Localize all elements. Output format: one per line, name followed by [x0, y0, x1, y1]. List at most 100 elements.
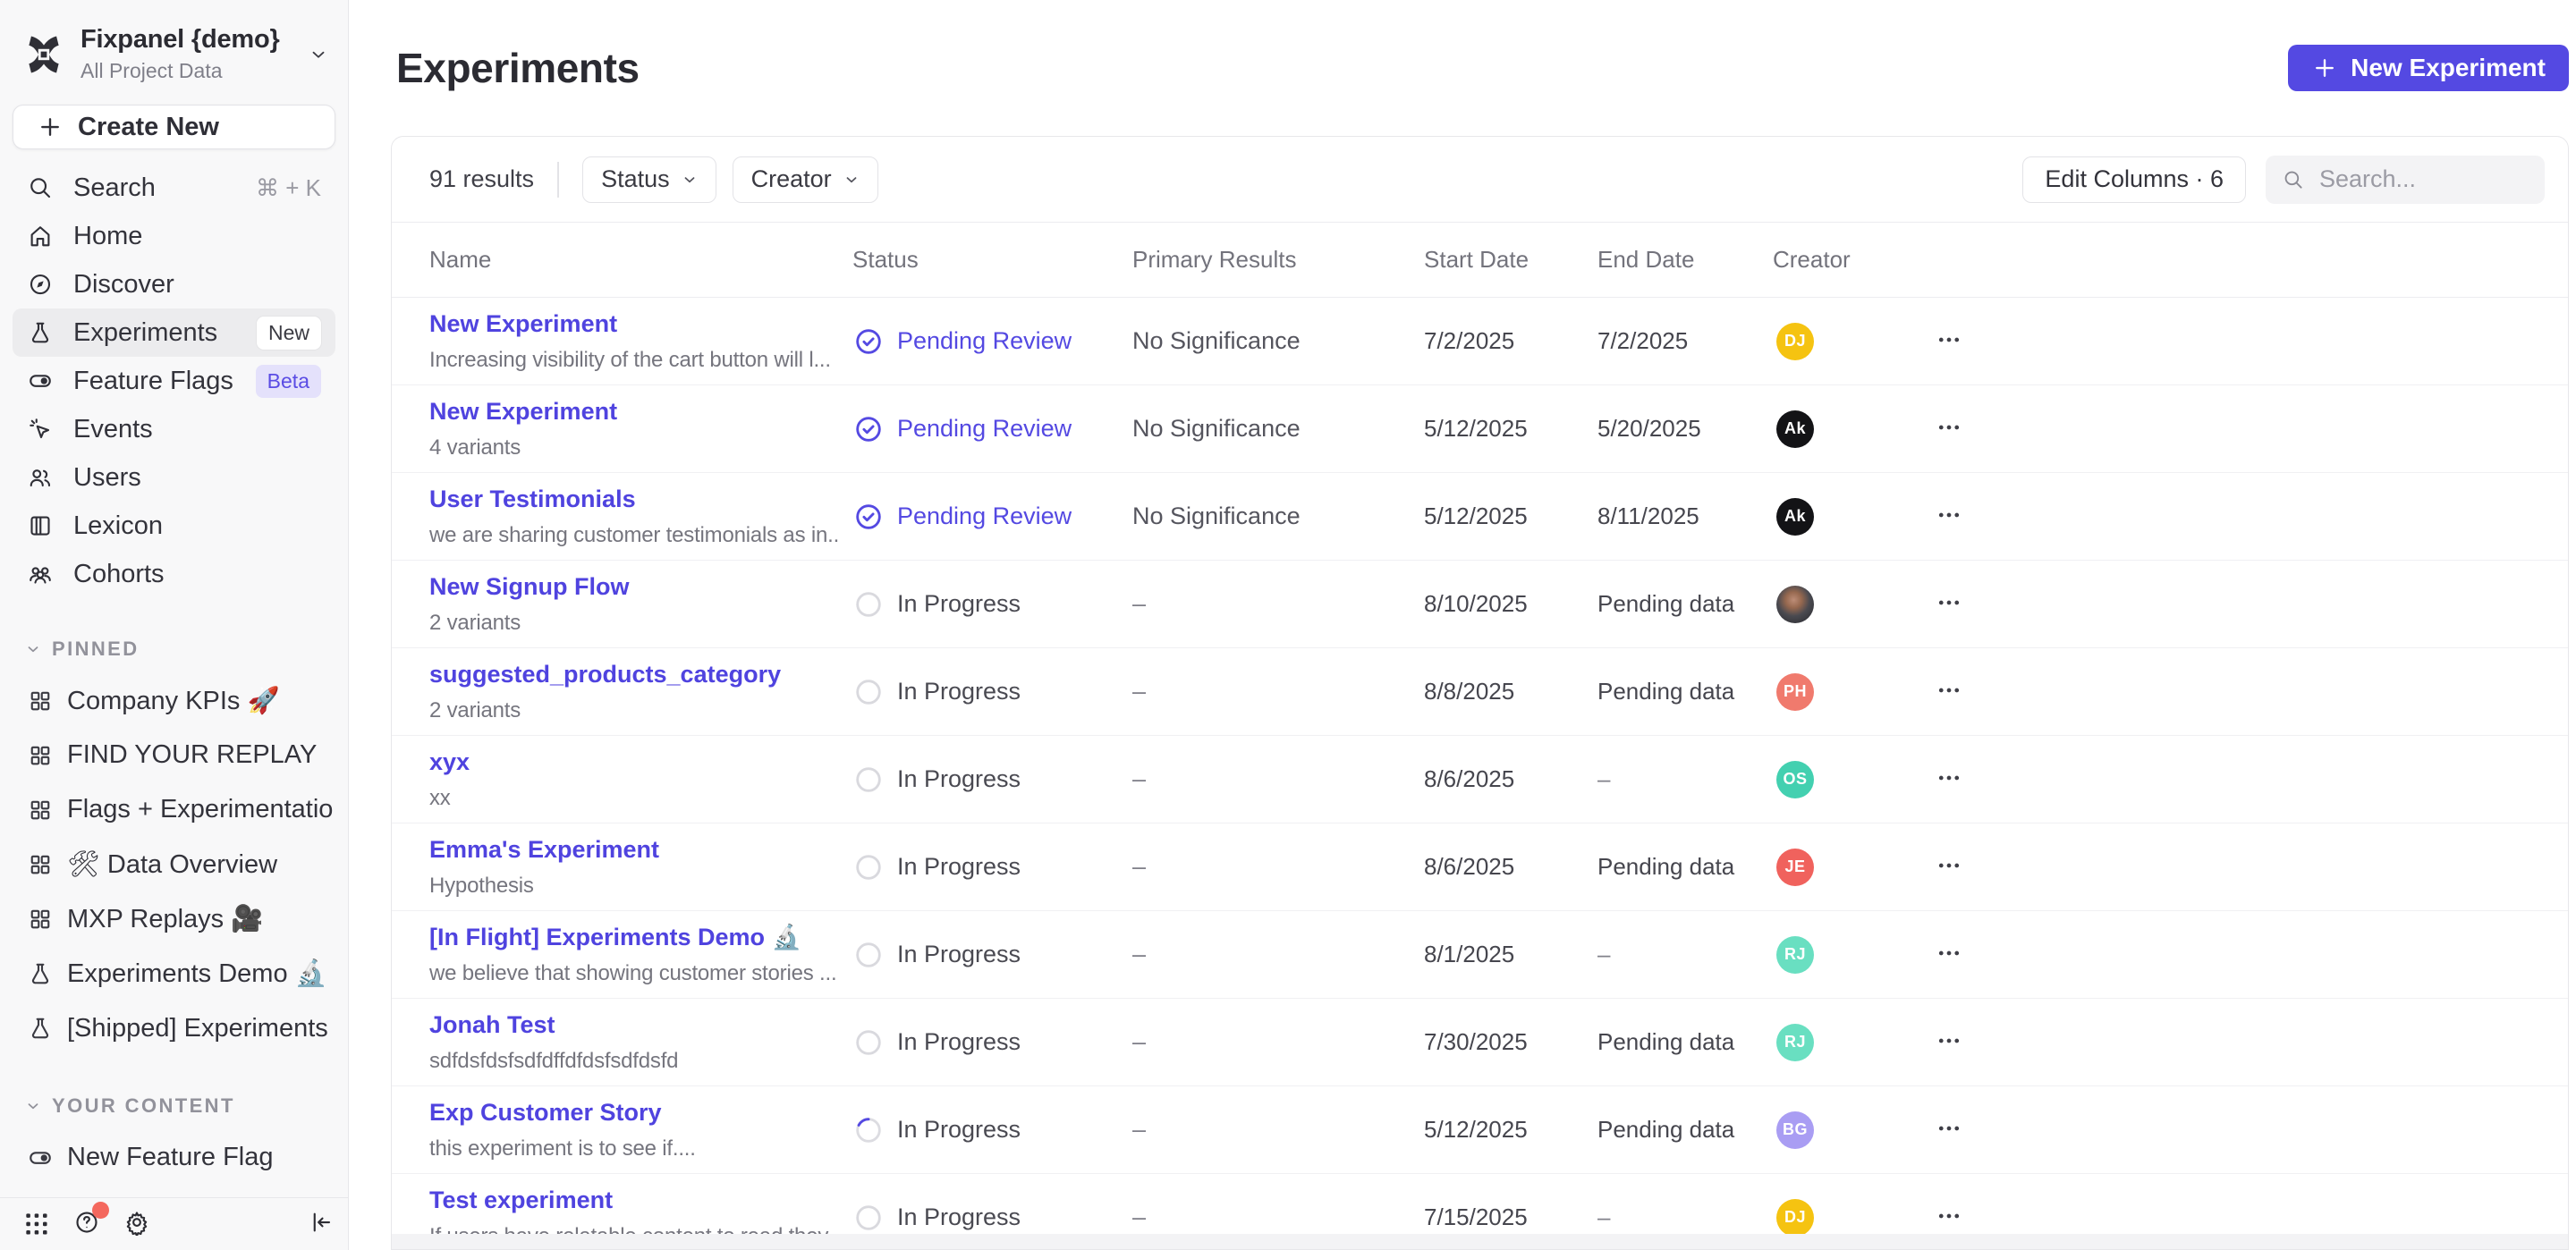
chevron-down-icon	[682, 172, 698, 188]
column-header-end-date[interactable]: End Date	[1597, 246, 1773, 274]
section-header-your-content[interactable]: YOUR CONTENT	[0, 1094, 348, 1118]
help-button[interactable]	[73, 1209, 100, 1238]
new-badge: New	[257, 317, 321, 350]
experiment-name-link[interactable]: User Testimonials	[429, 486, 840, 513]
new-experiment-button[interactable]: New Experiment	[2288, 45, 2569, 91]
row-menu-button[interactable]	[1930, 1197, 1968, 1237]
row-menu-button[interactable]	[1930, 759, 1968, 799]
check-circle-icon	[852, 413, 885, 445]
experiment-name-link[interactable]: Jonah Test	[429, 1011, 840, 1039]
row-menu-button[interactable]	[1930, 409, 1968, 449]
apps-grid-button[interactable]	[21, 1209, 50, 1240]
column-header-name[interactable]: Name	[429, 246, 852, 274]
sidebar-nav: Search ⌘ + K Home Discover Experiments N…	[0, 164, 348, 598]
sidebar-pinned-item[interactable]: [Shipped] Experiments Demo 🖊	[0, 1001, 348, 1055]
status-cell: In Progress	[852, 764, 1132, 796]
sidebar-item-experiments[interactable]: Experiments New	[13, 308, 335, 357]
create-new-button[interactable]: Create New	[13, 105, 335, 149]
experiment-name-link[interactable]: New Experiment	[429, 398, 840, 426]
primary-results-value: –	[1132, 590, 1424, 618]
sidebar-pinned-item[interactable]: New Feature Flag	[0, 1130, 348, 1185]
status-cell: In Progress	[852, 1114, 1132, 1146]
experiment-name-link[interactable]: New Signup Flow	[429, 573, 840, 601]
table-scrollbar-track[interactable]	[392, 1234, 2568, 1249]
creator-initials: DJ	[1784, 1208, 1806, 1227]
primary-results-value: No Significance	[1132, 327, 1424, 355]
pinned-item-label: [Shipped] Experiments Demo 🖊	[67, 1013, 334, 1043]
table-row: Exp Customer Story this experiment is to…	[392, 1086, 2568, 1174]
status-cell: In Progress	[852, 939, 1132, 971]
creator-initials: Ak	[1784, 419, 1806, 438]
chevron-down-icon	[25, 1098, 41, 1114]
experiment-name-link[interactable]: xyx	[429, 748, 840, 776]
column-header-start-date[interactable]: Start Date	[1424, 246, 1597, 274]
row-menu-button[interactable]	[1930, 934, 1968, 975]
table-search[interactable]	[2266, 156, 2545, 204]
experiment-name-link[interactable]: suggested_products_category	[429, 661, 840, 688]
sidebar-pinned-item[interactable]: FIND YOUR REPLAY	[0, 728, 348, 782]
sidebar-item-feature-flags[interactable]: Feature Flags Beta	[13, 357, 335, 405]
sidebar-footer	[0, 1197, 348, 1250]
creator-avatar	[1776, 586, 1814, 623]
start-date-value: 7/30/2025	[1424, 1028, 1597, 1056]
sidebar-item-lexicon[interactable]: Lexicon	[13, 502, 335, 550]
sidebar-pinned-item[interactable]: MXP Replays 🎥	[0, 891, 348, 946]
end-date-value: –	[1597, 941, 1773, 968]
project-switcher[interactable]: Fixpanel {demo} All Project Data	[0, 0, 348, 96]
section-title: PINNED	[52, 638, 140, 661]
section-header-pinned[interactable]: PINNED	[0, 638, 348, 661]
pinned-item-label: FIND YOUR REPLAY	[67, 740, 334, 770]
sidebar-pinned-item[interactable]: Flags + Experimentation Demo ,	[0, 782, 348, 837]
circle-icon	[852, 939, 885, 971]
sidebar-pinned-item[interactable]: Experiments Demo 🔬	[0, 946, 348, 1001]
row-menu-button[interactable]	[1930, 1110, 1968, 1150]
status-label: In Progress	[897, 1204, 1021, 1231]
start-date-value: 5/12/2025	[1424, 503, 1597, 530]
row-menu-button[interactable]	[1930, 847, 1968, 887]
search-input[interactable]	[2318, 165, 2529, 194]
row-menu-button[interactable]	[1930, 1022, 1968, 1062]
experiment-name-link[interactable]: Exp Customer Story	[429, 1099, 840, 1127]
board-icon	[27, 742, 54, 769]
row-menu-button[interactable]	[1930, 584, 1968, 624]
end-date-value: Pending data	[1597, 590, 1773, 618]
experiment-name-link[interactable]: [In Flight] Experiments Demo 🔬	[429, 923, 840, 951]
new-experiment-label: New Experiment	[2351, 54, 2546, 82]
sidebar-pinned-item[interactable]: 🛠 Data Overview	[0, 837, 348, 891]
sidebar-pinned-item[interactable]: Company KPIs 🚀	[0, 673, 348, 728]
sidebar-item-home[interactable]: Home	[13, 212, 335, 260]
sidebar-item-discover[interactable]: Discover	[13, 260, 335, 308]
collapse-sidebar-button[interactable]	[307, 1209, 334, 1238]
sidebar-item-events[interactable]: Events	[13, 405, 335, 453]
experiment-name-link[interactable]: New Experiment	[429, 310, 840, 338]
experiment-name-link[interactable]: Test experiment	[429, 1187, 840, 1214]
column-header-primary-results[interactable]: Primary Results	[1132, 246, 1424, 274]
column-header-creator[interactable]: Creator	[1773, 246, 1916, 274]
row-menu-button[interactable]	[1930, 321, 1968, 361]
sidebar-item-search[interactable]: Search ⌘ + K	[13, 164, 335, 212]
experiment-description: 4 variants	[429, 435, 840, 460]
sidebar-item-label: Search	[73, 173, 236, 203]
pinned-item-label: New Feature Flag	[67, 1143, 334, 1172]
edit-columns-button[interactable]: Edit Columns · 6	[2022, 156, 2246, 203]
table-row: suggested_products_category 2 variants I…	[392, 648, 2568, 736]
settings-button[interactable]	[123, 1209, 150, 1238]
row-menu-button[interactable]	[1930, 496, 1968, 536]
creator-filter-button[interactable]: Creator	[733, 156, 878, 203]
status-filter-button[interactable]: Status	[582, 156, 716, 203]
sidebar-item-cohorts[interactable]: Cohorts	[13, 550, 335, 598]
main-content: Experiments New Experiment 91 results St…	[349, 0, 2576, 1250]
creator-avatar: DJ	[1776, 1199, 1814, 1237]
column-header-status[interactable]: Status	[852, 246, 1132, 274]
experiments-panel: 91 results Status Creator Edit Columns ·…	[391, 136, 2569, 1250]
experiment-name-link[interactable]: Emma's Experiment	[429, 836, 840, 864]
row-menu-button[interactable]	[1930, 671, 1968, 712]
table-row: [In Flight] Experiments Demo 🔬 we believ…	[392, 911, 2568, 999]
results-count: 91 results	[429, 165, 534, 193]
end-date-value: Pending data	[1597, 853, 1773, 881]
sidebar-item-users[interactable]: Users	[13, 453, 335, 502]
check-circle-icon	[852, 325, 885, 358]
sidebar-item-label: Home	[73, 222, 321, 251]
table-row: New Experiment Increasing visibility of …	[392, 298, 2568, 385]
create-new-label: Create New	[78, 113, 219, 142]
